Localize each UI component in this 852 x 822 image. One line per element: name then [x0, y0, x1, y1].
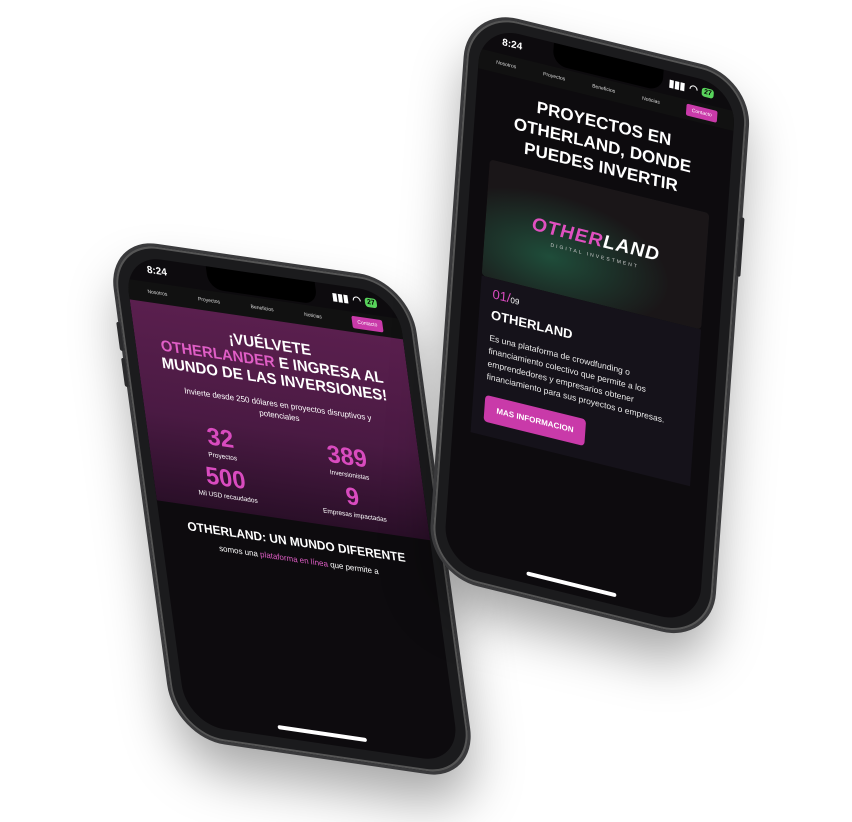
nav-item-noticias[interactable]: Noticias [642, 96, 660, 106]
project-index: 01/ [492, 286, 512, 306]
nav-item-noticias[interactable]: Noticias [304, 312, 322, 321]
project-total: 09 [510, 295, 520, 307]
section-text-pre: somos una [218, 543, 259, 559]
phone-screen: 8:24 ▮▮▮ ◠ 27 Nosotros Proyectos Benefic… [443, 24, 737, 626]
battery-icon: 27 [364, 296, 378, 308]
nav-item-proyectos[interactable]: Proyectos [543, 71, 566, 82]
signal-icon: ▮▮▮ [668, 77, 686, 93]
home-indicator [526, 571, 617, 598]
section-text-post: que permite a [329, 559, 380, 577]
home-indicator [277, 724, 368, 743]
platform-link[interactable]: plataforma en línea [259, 550, 328, 569]
phone-mockup-right: 8:24 ▮▮▮ ◠ 27 Nosotros Proyectos Benefic… [430, 10, 750, 641]
phone-screen: 8:24 ▮▮▮ ◠ 27 Nosotros Proyectos Benefic… [123, 254, 461, 764]
nav-item-nosotros[interactable]: Nosotros [496, 60, 516, 71]
status-time: 8:24 [146, 263, 168, 279]
volume-up-button [116, 321, 125, 352]
volume-down-button [121, 357, 129, 388]
nav-item-beneficios[interactable]: Beneficios [250, 304, 274, 314]
wifi-icon: ◠ [351, 294, 362, 307]
nav-contact-button[interactable]: Contacto [351, 315, 384, 333]
wifi-icon: ◠ [688, 82, 699, 96]
nav-item-nosotros[interactable]: Nosotros [147, 289, 168, 298]
nav-item-beneficios[interactable]: Beneficios [592, 83, 615, 95]
power-button [736, 216, 745, 278]
phone-mockup-left: 8:24 ▮▮▮ ◠ 27 Nosotros Proyectos Benefic… [110, 240, 474, 778]
nav-item-proyectos[interactable]: Proyectos [198, 296, 221, 305]
signal-icon: ▮▮▮ [331, 291, 350, 305]
status-time: 8:24 [501, 36, 523, 53]
battery-icon: 27 [701, 86, 715, 99]
